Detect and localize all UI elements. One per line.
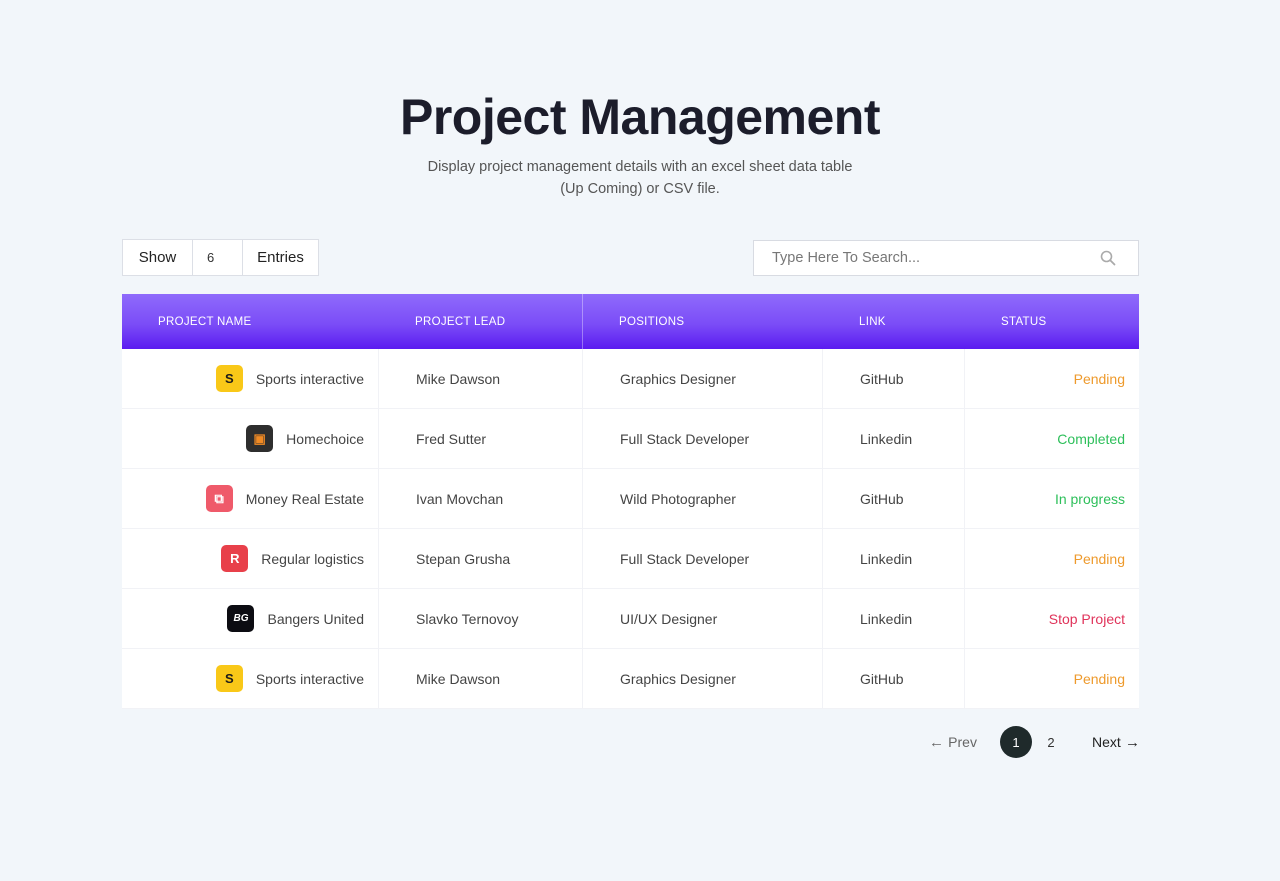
project-logo-icon: BG [227,605,255,632]
status-badge: Pending [1073,670,1125,687]
cell-position: Graphics Designer [583,649,823,708]
cell-status: Pending [965,349,1139,408]
search-box [753,240,1139,276]
project-logo-icon: S [215,665,243,692]
cell-position: Wild Photographer [583,469,823,528]
cell-project-name: ▣ Homechoice [122,409,379,468]
entries-selector: Show 6 Entries [122,239,319,276]
cell-position: UI/UX Designer [583,589,823,648]
subtitle-line-2: (Up Coming) or CSV file. [560,181,720,197]
project-name: Sports interactive [255,370,364,387]
column-header-project-lead[interactable]: PROJECT LEAD [379,294,583,349]
page-subtitle: Display project management details with … [0,156,1280,200]
table-row[interactable]: S Sports interactive Mike Dawson Graphic… [122,349,1139,409]
show-label: Show [123,240,193,275]
next-label: Next [1092,734,1121,750]
status-badge: Pending [1073,370,1125,387]
cell-status: Stop Project [965,589,1139,648]
status-badge: In progress [1054,490,1125,507]
cell-project-lead: Mike Dawson [379,349,583,408]
cell-link[interactable]: Linkedin [823,589,965,648]
cell-project-lead: Slavko Ternovoy [379,589,583,648]
cell-project-lead: Ivan Movchan [379,469,583,528]
project-name: Sports interactive [255,670,364,687]
table-row[interactable]: ⧉ Money Real Estate Ivan Movchan Wild Ph… [122,469,1139,529]
cell-status: Completed [965,409,1139,468]
cell-position: Full Stack Developer [583,409,823,468]
projects-table: PROJECT NAME PROJECT LEAD POSITIONS LINK… [122,294,1139,709]
table-body: S Sports interactive Mike Dawson Graphic… [122,349,1139,709]
column-header-link[interactable]: LINK [823,294,965,349]
arrow-right-icon: → [1120,733,1140,751]
page-button-1[interactable]: 1 [1000,726,1032,758]
table-row[interactable]: R Regular logistics Stepan Grusha Full S… [122,529,1139,589]
cell-position: Graphics Designer [583,349,823,408]
page-button-2[interactable]: 2 [1040,726,1062,758]
project-name: Regular logistics [261,550,364,567]
cell-project-name: S Sports interactive [122,349,379,408]
search-icon[interactable] [1100,250,1116,266]
cell-project-lead: Stepan Grusha [379,529,583,588]
cell-project-name: S Sports interactive [122,649,379,708]
cell-link[interactable]: Linkedin [823,409,965,468]
cell-link[interactable]: GitHub [823,649,965,708]
table-row[interactable]: ▣ Homechoice Fred Sutter Full Stack Deve… [122,409,1139,469]
status-badge: Completed [1057,430,1125,447]
table-row[interactable]: S Sports interactive Mike Dawson Graphic… [122,649,1139,709]
status-badge: Pending [1073,550,1125,567]
cell-project-lead: Mike Dawson [379,649,583,708]
column-header-positions[interactable]: POSITIONS [583,294,823,349]
cell-status: Pending [965,649,1139,708]
project-name: Bangers United [267,610,364,627]
entries-label: Entries [257,249,304,266]
pagination: ← Prev 1 2 Next → [0,726,1280,758]
project-name: Money Real Estate [245,490,364,507]
subtitle-line-1: Display project management details with … [427,159,853,175]
table-row[interactable]: BG Bangers United Slavko Ternovoy UI/UX … [122,589,1139,649]
cell-position: Full Stack Developer [583,529,823,588]
entries-count-select[interactable]: 6 [193,240,243,275]
table-header: PROJECT NAME PROJECT LEAD POSITIONS LINK… [122,294,1139,349]
cell-project-name: R Regular logistics [122,529,379,588]
project-logo-icon: S [215,365,243,392]
status-badge: Stop Project [1048,610,1125,627]
prev-page-button[interactable]: ← Prev [929,726,977,758]
project-logo-icon: ⧉ [205,485,233,512]
cell-project-name: ⧉ Money Real Estate [122,469,379,528]
project-logo-icon: R [221,545,249,572]
cell-project-name: BG Bangers United [122,589,379,648]
column-header-status[interactable]: STATUS [965,294,1139,349]
page-title: Project Management [399,89,881,145]
cell-link[interactable]: Linkedin [823,529,965,588]
project-logo-icon: ▣ [246,425,274,452]
cell-status: Pending [965,529,1139,588]
cell-link[interactable]: GitHub [823,469,965,528]
project-name: Homechoice [286,430,364,447]
cell-link[interactable]: GitHub [823,349,965,408]
cell-status: In progress [965,469,1139,528]
next-page-button[interactable]: Next → [1092,726,1140,758]
prev-label: Prev [948,734,977,750]
arrow-left-icon: ← [929,733,949,751]
column-header-project-name[interactable]: PROJECT NAME [122,294,379,349]
cell-project-lead: Fred Sutter [379,409,583,468]
search-input[interactable] [754,241,1074,275]
